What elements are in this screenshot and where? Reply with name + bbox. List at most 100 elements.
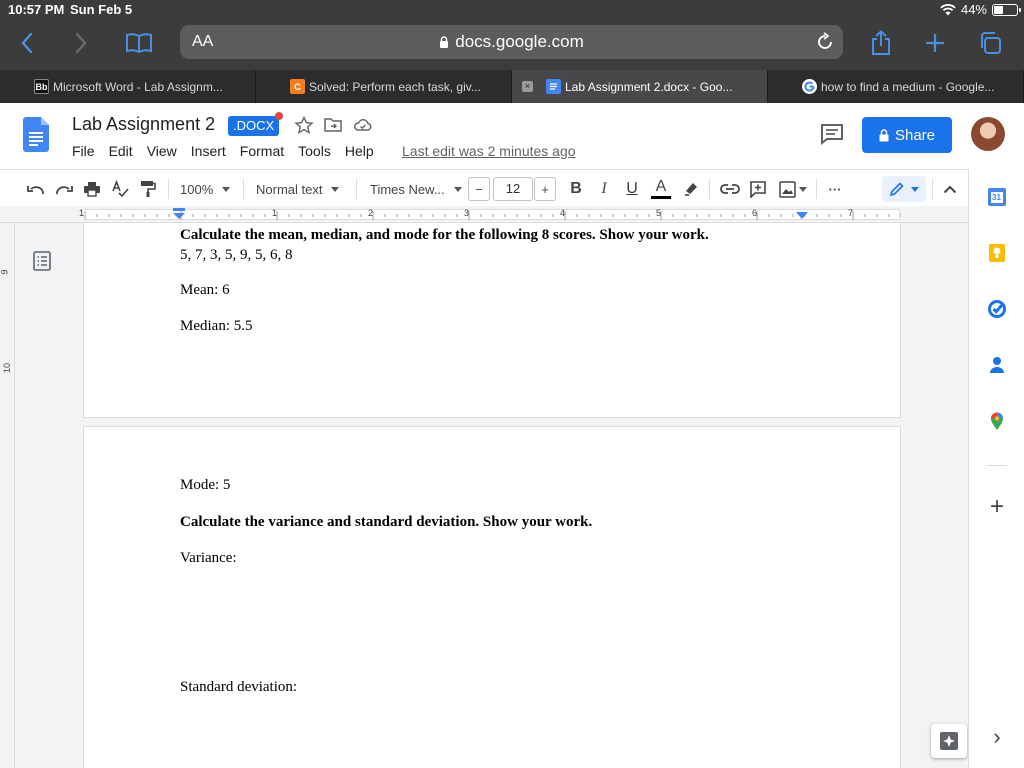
contacts-button[interactable] <box>987 355 1007 375</box>
move-to-folder-icon[interactable] <box>323 116 343 134</box>
battery-icon <box>992 3 1021 16</box>
bookmarks-button[interactable] <box>124 28 154 58</box>
redo-button[interactable] <box>54 178 74 200</box>
font-family-select[interactable]: Times New... <box>370 178 462 200</box>
browser-tab-docs[interactable]: × Lab Assignment 2.docx - Goo... <box>512 70 768 103</box>
insert-link-button[interactable] <box>719 178 741 200</box>
new-tab-button[interactable] <box>920 28 950 58</box>
star-icon[interactable] <box>294 116 314 134</box>
chevron-left-icon <box>21 32 33 54</box>
maps-button[interactable] <box>987 411 1007 431</box>
document-page[interactable]: Mode: 5 Calculate the variance and stand… <box>84 427 900 768</box>
variance-answer[interactable]: Variance: <box>180 550 237 567</box>
document-page[interactable]: Calculate the mean, median, and mode for… <box>84 223 900 417</box>
cloud-saved-icon[interactable] <box>353 116 373 134</box>
tab-overview-button[interactable] <box>975 28 1005 58</box>
color-swatch <box>651 195 671 199</box>
menu-help[interactable]: Help <box>345 143 374 159</box>
address-bar[interactable]: AA docs.google.com <box>180 25 843 59</box>
browser-tab-google[interactable]: how to find a medium - Google... <box>768 70 1024 103</box>
print-button[interactable] <box>82 178 102 200</box>
vertical-ruler[interactable]: 9 10 <box>0 223 15 768</box>
chevron-down-icon <box>331 186 340 192</box>
italic-button[interactable]: I <box>594 178 614 200</box>
ios-status-bar: 10:57 PM Sun Feb 5 44% <box>0 0 1024 20</box>
spellcheck-icon <box>112 180 129 198</box>
paragraph-style-select[interactable]: Normal text <box>256 178 348 200</box>
italic-icon: I <box>601 180 607 197</box>
editing-mode-button[interactable] <box>882 176 926 202</box>
scores-list[interactable]: 5, 7, 3, 5, 9, 5, 6, 8 <box>180 247 293 264</box>
spellcheck-button[interactable] <box>110 178 130 200</box>
back-button[interactable] <box>12 28 42 58</box>
bold-button[interactable]: B <box>566 178 586 200</box>
text-color-button[interactable]: A <box>650 175 672 201</box>
ruler-track <box>84 209 901 220</box>
paint-format-button[interactable] <box>138 178 158 200</box>
calendar-button[interactable]: 31 <box>987 187 1007 207</box>
document-title[interactable]: Lab Assignment 2 <box>72 114 215 135</box>
question-variance-sd[interactable]: Calculate the variance and standard devi… <box>180 514 592 531</box>
font-size-input[interactable]: 12 <box>493 177 533 201</box>
notification-dot <box>275 112 283 120</box>
document-canvas: 9 10 Calculate the mean, median, and mod… <box>0 223 968 768</box>
get-addons-button[interactable]: + <box>987 495 1007 519</box>
ruler-number: 1 <box>79 208 85 218</box>
more-tools-button[interactable]: ··· <box>824 178 846 200</box>
question-mean-median-mode[interactable]: Calculate the mean, median, and mode for… <box>180 227 709 244</box>
browser-tab-blackboard[interactable]: Bb Microsoft Word - Lab Assignm... <box>0 70 256 103</box>
browser-tab-chegg[interactable]: C Solved: Perform each task, giv... <box>256 70 512 103</box>
menu-insert[interactable]: Insert <box>191 143 226 159</box>
menu-file[interactable]: File <box>72 143 95 159</box>
reload-icon[interactable] <box>815 32 835 52</box>
toolbar-divider <box>816 179 817 199</box>
docs-logo-icon[interactable] <box>23 117 49 152</box>
mean-answer[interactable]: Mean: 6 <box>180 282 230 299</box>
share-sheet-button[interactable] <box>866 28 896 58</box>
expand-side-panel-button[interactable]: › <box>987 724 1007 749</box>
document-outline-icon[interactable] <box>33 251 51 271</box>
toolbar-divider <box>243 179 244 199</box>
mode-answer[interactable]: Mode: 5 <box>180 477 230 494</box>
underline-button[interactable]: U <box>622 178 642 200</box>
left-indent-marker-icon[interactable] <box>172 208 186 220</box>
insert-image-button[interactable] <box>776 178 810 200</box>
menu-bar: File Edit View Insert Format Tools Help <box>72 143 388 159</box>
contacts-icon <box>990 357 1004 373</box>
explore-button[interactable] <box>931 724 967 758</box>
menu-view[interactable]: View <box>147 143 177 159</box>
menu-format[interactable]: Format <box>240 143 284 159</box>
share-button[interactable]: Share <box>862 117 952 153</box>
right-indent-marker-icon[interactable] <box>796 212 808 220</box>
forward-button[interactable] <box>66 28 96 58</box>
zoom-select[interactable]: 100% <box>180 178 236 200</box>
menu-tools[interactable]: Tools <box>298 143 331 159</box>
docx-format-badge[interactable]: .DOCX <box>228 116 280 136</box>
hide-menus-button[interactable] <box>940 178 960 200</box>
increase-font-size-button[interactable]: + <box>534 177 556 201</box>
chevron-right-icon: › <box>993 724 1001 749</box>
standard-deviation-answer[interactable]: Standard deviation: <box>180 679 297 696</box>
add-comment-button[interactable] <box>747 178 769 200</box>
highlight-color-button[interactable] <box>681 178 701 200</box>
ruler-number: 10 <box>2 362 13 374</box>
explore-icon <box>940 732 958 750</box>
comment-history-icon[interactable] <box>820 123 844 145</box>
browser-tab-strip: Bb Microsoft Word - Lab Assignm... C Sol… <box>0 70 1024 103</box>
keep-button[interactable] <box>987 243 1007 263</box>
ruler-number: 1 <box>272 208 278 218</box>
decrease-font-size-button[interactable]: − <box>468 177 490 201</box>
chevron-down-icon <box>911 186 919 192</box>
close-tab-icon[interactable]: × <box>522 81 533 92</box>
last-edit-link[interactable]: Last edit was 2 minutes ago <box>402 143 576 159</box>
tab-label: Microsoft Word - Lab Assignm... <box>53 79 223 94</box>
undo-button[interactable] <box>26 178 46 200</box>
menu-edit[interactable]: Edit <box>109 143 133 159</box>
bold-icon: B <box>570 180 582 197</box>
horizontal-ruler[interactable]: 1 1 2 3 4 5 6 7 <box>0 206 968 223</box>
tasks-icon <box>988 300 1006 318</box>
chevron-down-icon <box>222 186 231 192</box>
tasks-button[interactable] <box>987 299 1007 319</box>
user-avatar[interactable] <box>971 117 1005 151</box>
median-answer[interactable]: Median: 5.5 <box>180 318 253 335</box>
